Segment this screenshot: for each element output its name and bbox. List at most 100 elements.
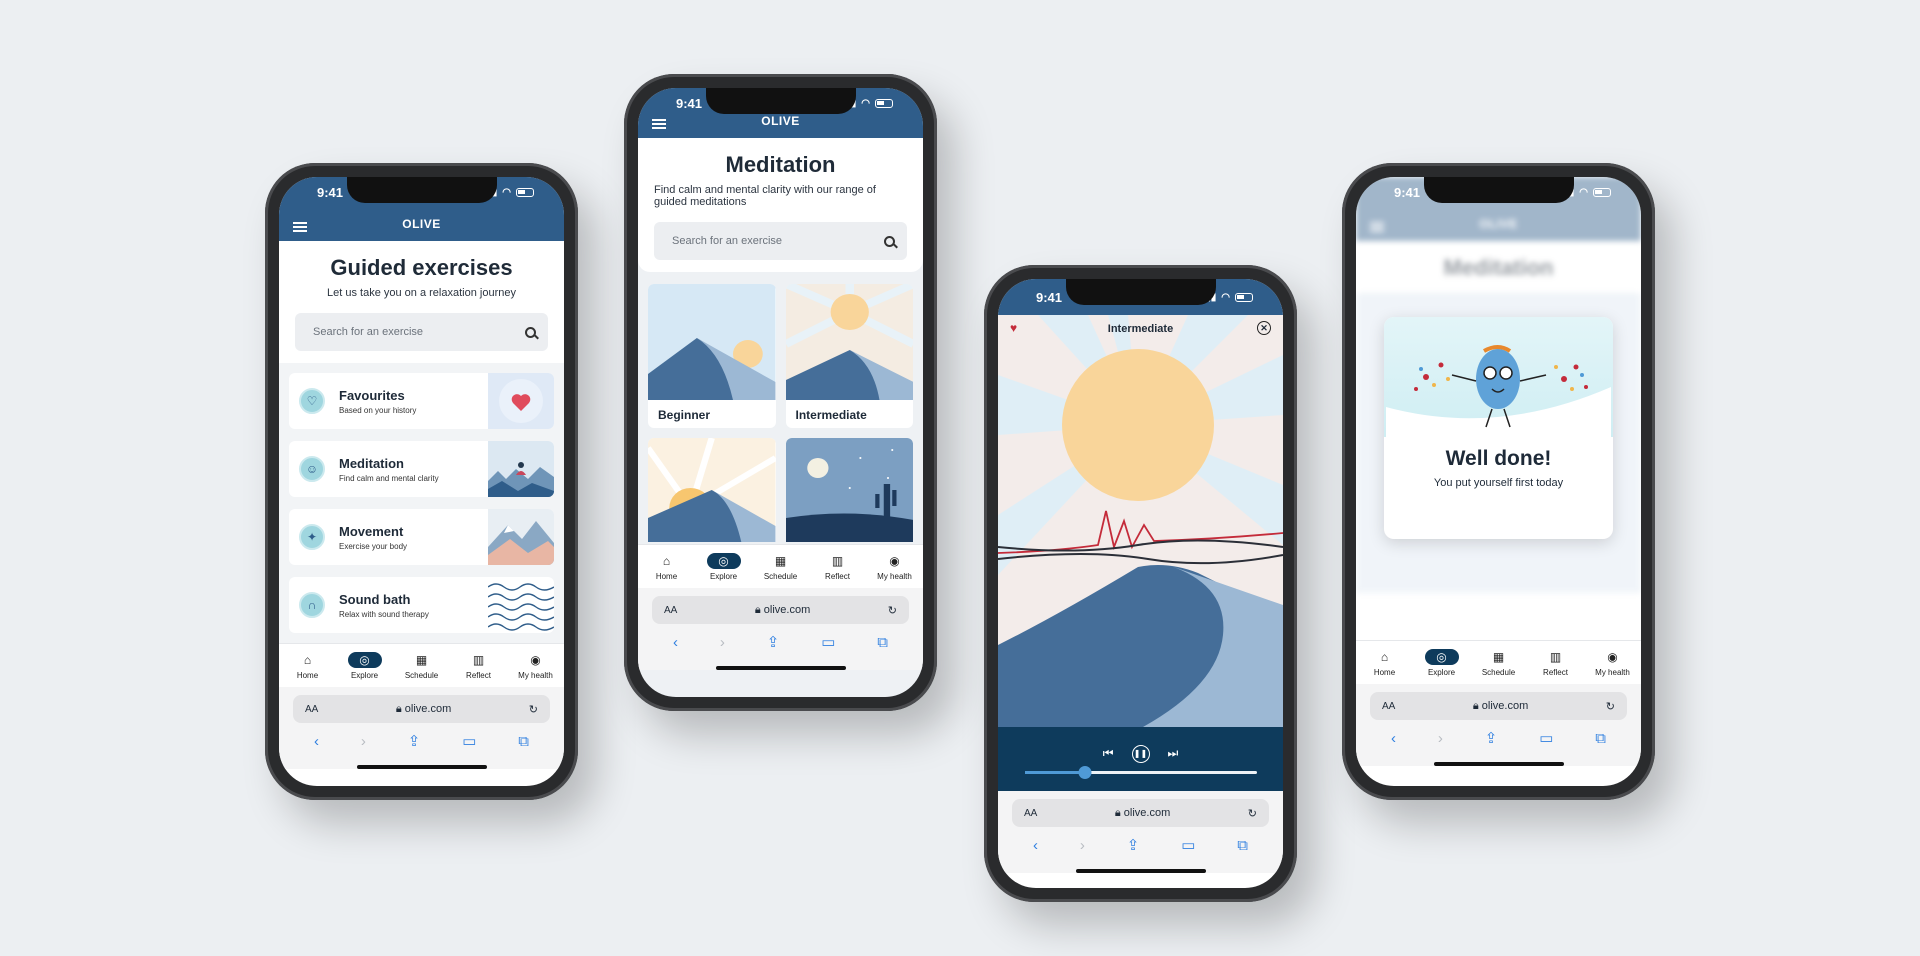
progress-slider[interactable] [1024, 765, 1257, 779]
share-icon[interactable]: ⇪ [1485, 729, 1498, 747]
card-sound-bath[interactable]: ∩ Sound bath Relax with sound therapy [289, 577, 554, 633]
heart-icon[interactable]: ♥ [1010, 321, 1017, 335]
home-indicator [1075, 869, 1206, 873]
tab-reflect[interactable]: ▥ Reflect [454, 652, 504, 680]
tab-explore[interactable]: ◎ Explore [340, 651, 390, 680]
tab-schedule[interactable]: ▦ Schedule [1474, 649, 1524, 677]
lock-icon: 🔒︎ [395, 702, 402, 715]
browser-chrome: AA 🔒︎ olive.com ↻ ‹ › ⇪ ▭ ⧉ [1356, 684, 1641, 766]
card-movement[interactable]: ✦ Movement Exercise your body [289, 509, 554, 565]
bookmarks-icon[interactable]: ▭ [821, 633, 835, 651]
tab-my-health[interactable]: ◉ My health [870, 553, 920, 581]
control-buttons: ⏮︎ ❚❚ ⏭︎ [1103, 744, 1179, 763]
tabs-icon[interactable]: ⧉ [1595, 730, 1606, 747]
text-size-button[interactable]: AA [664, 605, 677, 616]
brand-logo[interactable]: OLIVE [402, 217, 441, 231]
close-icon[interactable]: ✕ [1257, 321, 1271, 335]
forward-icon[interactable]: › [720, 634, 725, 651]
progress-handle[interactable] [1078, 765, 1092, 779]
reload-icon[interactable]: ↻ [888, 604, 897, 617]
forward-icon[interactable]: › [1438, 730, 1443, 747]
tabs-icon[interactable]: ⧉ [1237, 837, 1248, 854]
calendar-icon: ▦ [415, 652, 428, 667]
search-input[interactable]: Search for an exercise [295, 313, 548, 351]
text-size-button[interactable]: AA [1382, 701, 1395, 712]
tab-label: Explore [1427, 667, 1456, 677]
tab-label: My health [1595, 667, 1630, 677]
pause-icon[interactable]: ❚❚ [1131, 744, 1150, 763]
menu-icon[interactable] [652, 119, 666, 129]
tab-label: My health [518, 670, 553, 680]
menu-icon [1370, 222, 1384, 232]
sound-bath-thumbnail [488, 583, 554, 631]
tabs-icon[interactable]: ⧉ [518, 733, 529, 750]
tab-reflect[interactable]: ▥ Reflect [1531, 649, 1581, 677]
compass-icon: ◎ [1424, 648, 1459, 665]
tab-home[interactable]: ⌂ Home [1360, 649, 1410, 677]
card-subtitle: Relax with sound therapy [339, 609, 429, 619]
back-icon[interactable]: ‹ [1033, 837, 1038, 854]
tab-label: Schedule [1481, 667, 1516, 677]
tab-label: Schedule [763, 571, 798, 581]
text-size-button[interactable]: AA [1024, 808, 1037, 819]
reload-icon[interactable]: ↻ [529, 703, 538, 716]
reload-icon[interactable]: ↻ [1606, 700, 1615, 713]
tile-sunrise[interactable] [648, 438, 776, 542]
bookmarks-icon[interactable]: ▭ [1539, 729, 1553, 747]
url-bar[interactable]: AA 🔒︎ olive.com ↻ [652, 596, 909, 624]
tab-reflect[interactable]: ▥ Reflect [813, 553, 863, 581]
hero: Meditation [1356, 241, 1641, 293]
reload-icon[interactable]: ↻ [1248, 807, 1257, 820]
tile-intermediate[interactable]: Intermediate [785, 284, 913, 428]
notch [705, 88, 856, 114]
tab-label: Reflect [466, 670, 491, 680]
back-icon[interactable]: ‹ [1391, 730, 1396, 747]
share-icon[interactable]: ⇪ [767, 633, 780, 651]
share-icon[interactable]: ⇪ [408, 732, 421, 750]
bookmarks-icon[interactable]: ▭ [462, 732, 476, 750]
back-icon[interactable]: ‹ [673, 634, 678, 651]
tabs-icon[interactable]: ⧉ [877, 634, 888, 651]
search-icon[interactable] [884, 235, 895, 247]
previous-icon[interactable]: ⏮︎ [1103, 746, 1114, 761]
menu-icon[interactable] [293, 222, 307, 232]
screen: 9:41 ▮▮▮◠ OLIVE Meditation [1356, 177, 1641, 786]
tab-my-health[interactable]: ◉ My health [511, 652, 561, 680]
text-size-button[interactable]: AA [305, 704, 318, 715]
status-time: 9:41 [317, 184, 344, 200]
url-bar[interactable]: AA 🔒︎ olive.com ↻ [1370, 692, 1627, 720]
page-subtitle: Let us take you on a relaxation journey [327, 287, 516, 299]
tile-beginner[interactable]: Beginner [648, 284, 776, 428]
dialog-title: Well done! [1445, 447, 1552, 470]
share-icon[interactable]: ⇪ [1127, 836, 1140, 854]
back-icon[interactable]: ‹ [314, 733, 319, 750]
card-meditation[interactable]: ☺ Meditation Find calm and mental clarity [289, 441, 554, 497]
search-input[interactable]: Search for an exercise [654, 222, 907, 260]
screen: 9:41 ▮▮▮◠ ♥ Intermediate ✕ ⏮︎ ❚❚ [998, 279, 1283, 888]
next-icon[interactable]: ⏭︎ [1168, 746, 1179, 761]
wifi-icon: ◠ [502, 186, 511, 198]
tab-my-health[interactable]: ◉ My health [1588, 649, 1638, 677]
wifi-icon: ◠ [1579, 186, 1588, 198]
bookmarks-icon[interactable]: ▭ [1181, 836, 1195, 854]
search-icon[interactable] [525, 326, 536, 338]
beginner-artwork [648, 284, 776, 400]
tab-explore[interactable]: ◎ Explore [1417, 648, 1467, 677]
tab-explore[interactable]: ◎ Explore [699, 552, 749, 581]
chart-icon: ▥ [1549, 649, 1562, 664]
tab-schedule[interactable]: ▦ Schedule [397, 652, 447, 680]
url-bar[interactable]: AA 🔒︎ olive.com ↻ [293, 695, 550, 723]
url: olive.com [763, 603, 811, 616]
tab-home[interactable]: ⌂ Home [642, 553, 692, 581]
tab-schedule[interactable]: ▦ Schedule [756, 553, 806, 581]
tile-night[interactable] [785, 438, 913, 542]
tab-label: My health [877, 571, 912, 581]
forward-icon[interactable]: › [361, 733, 366, 750]
tab-home[interactable]: ⌂ Home [283, 652, 333, 680]
url-bar[interactable]: AA 🔒︎ olive.com ↻ [1012, 799, 1269, 827]
forward-icon[interactable]: › [1080, 837, 1085, 854]
tab-label: Explore [709, 571, 738, 581]
user-icon: ◉ [889, 553, 900, 568]
card-favourites[interactable]: ♡ Favourites Based on your history [289, 373, 554, 429]
url-text: 🔒︎ olive.com [1473, 700, 1528, 713]
